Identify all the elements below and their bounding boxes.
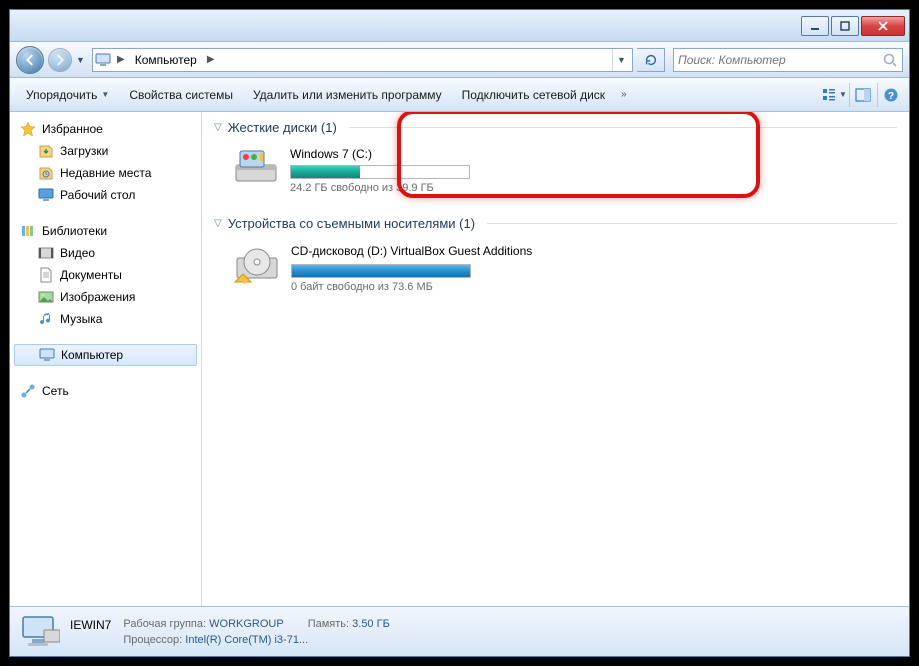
maximize-button[interactable] bbox=[831, 16, 859, 36]
command-bar: Упорядочить▼ Свойства системы Удалить ил… bbox=[10, 78, 909, 112]
documents-icon bbox=[38, 267, 54, 283]
svg-text:?: ? bbox=[887, 91, 893, 102]
music-icon bbox=[38, 311, 54, 327]
content-pane: ▽ Жесткие диски (1) Windows 7 (C:) 24.2 … bbox=[202, 112, 909, 606]
sidebar-item-documents[interactable]: Документы bbox=[10, 264, 201, 286]
section-header-hdd[interactable]: ▽ Жесткие диски (1) bbox=[214, 120, 897, 135]
network-icon bbox=[20, 383, 36, 399]
toolbar-overflow[interactable]: » bbox=[615, 85, 633, 104]
cdrom-icon bbox=[233, 244, 281, 284]
computer-icon bbox=[95, 52, 111, 68]
collapse-icon[interactable]: ▽ bbox=[214, 122, 222, 133]
breadcrumb-separator[interactable]: ▶ bbox=[205, 54, 217, 65]
pictures-icon bbox=[38, 289, 54, 305]
sidebar-item-computer[interactable]: Компьютер bbox=[14, 344, 197, 366]
video-icon bbox=[38, 245, 54, 261]
breadcrumb-separator[interactable]: ▶ bbox=[115, 54, 127, 65]
search-icon[interactable] bbox=[882, 52, 898, 68]
nav-bar: ▼ ▶ Компьютер ▶ ▼ bbox=[10, 42, 909, 78]
capacity-bar bbox=[291, 264, 471, 278]
libraries-icon bbox=[20, 223, 36, 239]
preview-pane-button[interactable] bbox=[849, 83, 875, 107]
minimize-button[interactable] bbox=[801, 16, 829, 36]
drive-c[interactable]: Windows 7 (C:) 24.2 ГБ свободно из 39.9 … bbox=[226, 141, 548, 200]
explorer-window: ▼ ▶ Компьютер ▶ ▼ Упорядочить▼ Свойства … bbox=[9, 9, 910, 657]
close-button[interactable] bbox=[861, 16, 905, 36]
address-bar[interactable]: ▶ Компьютер ▶ ▼ bbox=[92, 48, 633, 72]
details-pane: IEWIN7 Рабочая группа: WORKGROUP Память:… bbox=[10, 606, 909, 656]
computer-icon bbox=[39, 347, 55, 363]
computer-large-icon bbox=[20, 612, 60, 652]
sidebar-item-music[interactable]: Музыка bbox=[10, 308, 201, 330]
sidebar-item-downloads[interactable]: Загрузки bbox=[10, 140, 201, 162]
change-view-button[interactable]: ▼ bbox=[821, 83, 847, 107]
desktop-icon bbox=[38, 187, 54, 203]
sidebar-favorites-header[interactable]: Избранное bbox=[10, 118, 201, 140]
breadcrumb-computer[interactable]: Компьютер bbox=[131, 53, 201, 67]
sidebar-item-pictures[interactable]: Изображения bbox=[10, 286, 201, 308]
map-network-drive-button[interactable]: Подключить сетевой диск bbox=[452, 84, 615, 106]
star-icon bbox=[20, 121, 36, 137]
system-properties-button[interactable]: Свойства системы bbox=[119, 84, 243, 106]
window-titlebar bbox=[10, 10, 909, 42]
search-input[interactable] bbox=[678, 53, 882, 67]
capacity-bar bbox=[290, 165, 470, 179]
downloads-icon bbox=[38, 143, 54, 159]
recent-icon bbox=[38, 165, 54, 181]
section-header-removable[interactable]: ▽ Устройства со съемными носителями (1) bbox=[214, 216, 897, 231]
sidebar-favorites-label: Избранное bbox=[42, 122, 103, 136]
address-dropdown[interactable]: ▼ bbox=[612, 49, 630, 71]
sidebar-libraries-header[interactable]: Библиотеки bbox=[10, 220, 201, 242]
sidebar-item-desktop[interactable]: Рабочий стол bbox=[10, 184, 201, 206]
navigation-pane: Избранное Загрузки Недавние места Рабочи… bbox=[10, 112, 202, 606]
hdd-icon bbox=[232, 147, 280, 187]
organize-menu[interactable]: Упорядочить▼ bbox=[16, 84, 119, 106]
nav-history-dropdown[interactable]: ▼ bbox=[76, 55, 88, 65]
sidebar-item-network[interactable]: Сеть bbox=[10, 380, 201, 402]
sidebar-item-videos[interactable]: Видео bbox=[10, 242, 201, 264]
refresh-button[interactable] bbox=[637, 48, 665, 72]
drive-d-cdrom[interactable]: CD-дисковод (D:) VirtualBox Guest Additi… bbox=[226, 237, 548, 300]
back-button[interactable] bbox=[16, 46, 44, 74]
help-button[interactable]: ? bbox=[877, 83, 903, 107]
status-computer-name: IEWIN7 bbox=[70, 618, 111, 632]
collapse-icon[interactable]: ▽ bbox=[214, 218, 222, 229]
forward-button[interactable] bbox=[48, 48, 72, 72]
uninstall-program-button[interactable]: Удалить или изменить программу bbox=[243, 84, 452, 106]
search-box[interactable] bbox=[673, 48, 903, 72]
sidebar-item-recent[interactable]: Недавние места bbox=[10, 162, 201, 184]
